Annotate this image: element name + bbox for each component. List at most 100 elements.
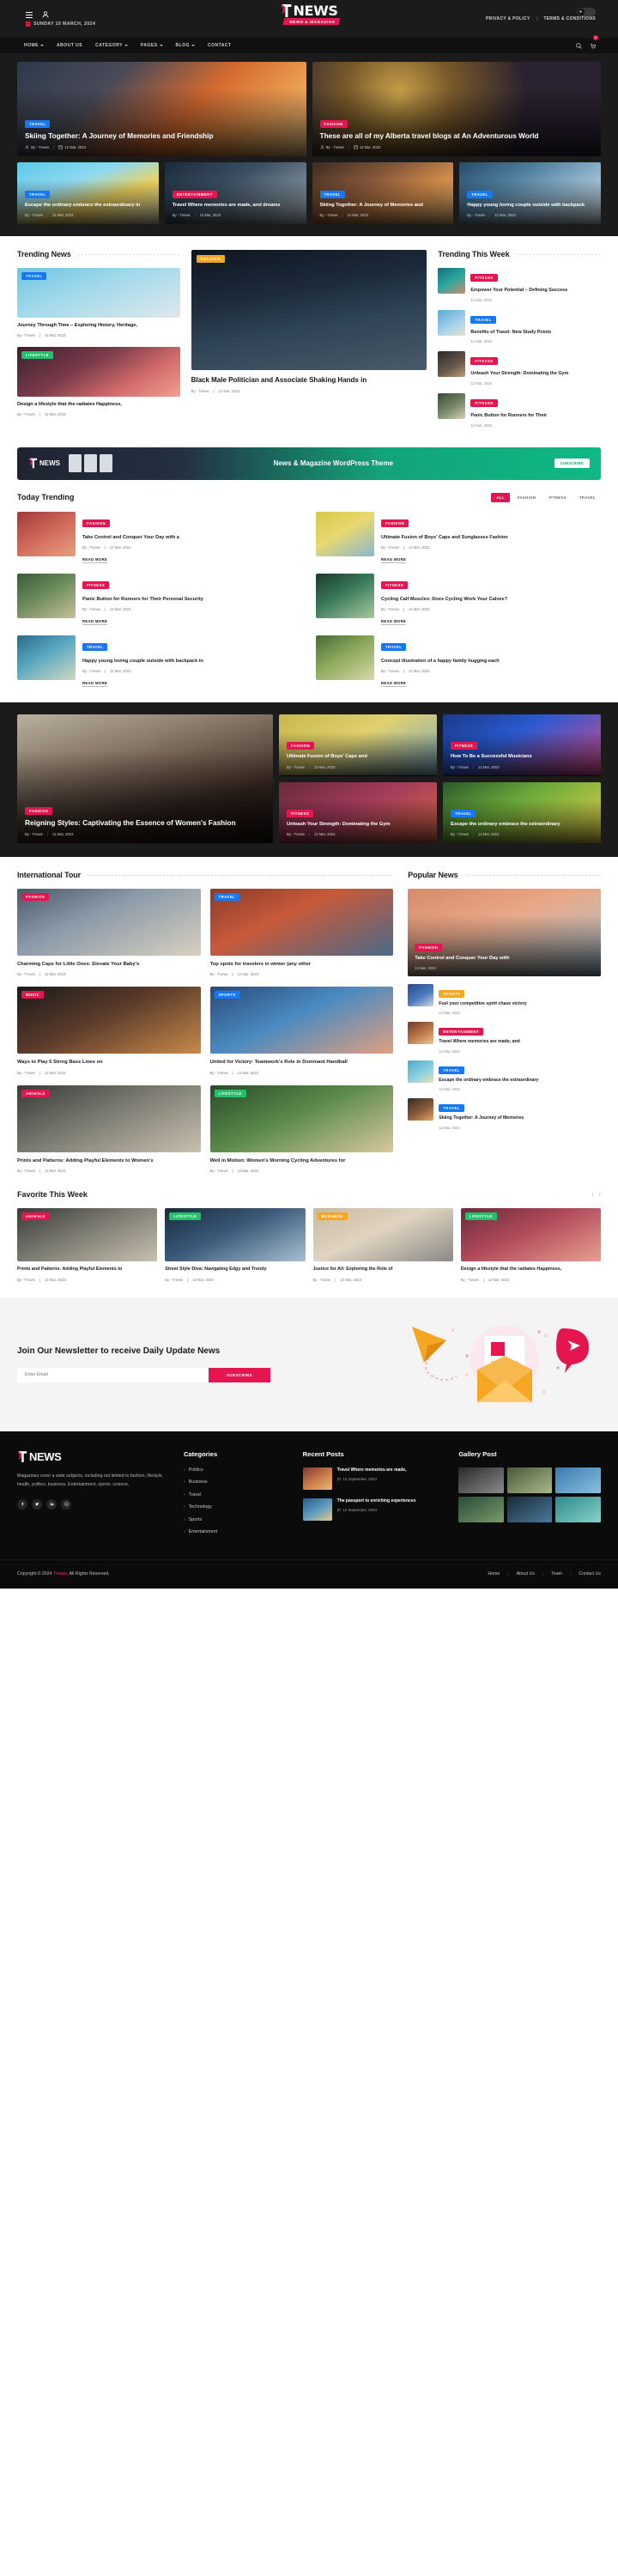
hero-card[interactable]: FASHION These are all of my Alberta trav… [312,62,601,156]
privacy-policy-link[interactable]: PRIVACY & POLICY [486,16,530,21]
intl-card[interactable]: SPORTS United for Victory: Teamwork's Ro… [209,987,394,1075]
item-title[interactable]: Empower Your Potential – Defining Succes… [470,288,601,295]
popular-list-item[interactable]: ENTERTAINMENT Travel Where memories are … [408,1022,601,1054]
fashion-main-card[interactable]: FASHION Reigning Styles: Captivating the… [17,714,274,844]
nav-item-about-us[interactable]: ABOUT US [57,43,82,48]
item-title[interactable]: Escape the ordinary embrace the extraord… [439,1078,538,1084]
terms-conditions-link[interactable]: TERMS & CONDITIONS [543,16,596,21]
feature-title[interactable]: Take Control and Conquer Your Day with [415,955,594,962]
gallery-thumb[interactable] [506,1496,553,1522]
hero-small-card[interactable]: ENTERTAINMENT Travel Where memories are … [164,162,306,224]
footer-category-sports[interactable]: › Sports [184,1517,289,1522]
category-badge[interactable]: BUSINESS [317,1212,348,1221]
category-badge[interactable]: LIFESTYLE [214,1089,246,1097]
gallery-thumb[interactable] [506,1467,553,1493]
category-badge[interactable]: TRAVEL [439,1104,464,1113]
footer-logo[interactable]: NEWS [17,1450,170,1463]
category-badge[interactable]: TRAVEL [451,809,476,817]
footer-category-technology[interactable]: › Technology [184,1504,289,1510]
category-badge[interactable]: FITNESS [82,580,110,589]
item-title[interactable]: Benefits of Travel: New Study Points [470,330,601,337]
category-badge[interactable]: POLITICS [196,255,225,263]
nav-item-home[interactable]: HOME [24,43,44,48]
article-title[interactable]: Charming Caps for Little Ones: Elevate Y… [17,961,201,968]
category-badge[interactable]: TRAVEL [214,893,240,902]
post-title[interactable]: The passport to enriching experiences [337,1498,416,1505]
twitter-icon[interactable] [32,1498,42,1510]
item-title[interactable]: Cycling Calf Muscles: Does Cycling Work … [381,596,601,603]
footer-link-team[interactable]: Team [551,1571,562,1577]
site-logo[interactable]: NEWS NEWS & MAGAZINE [278,3,341,26]
article-title[interactable]: United for Victory: Teamwork's Role in D… [210,1059,394,1066]
hero-title[interactable]: Skiing Together: A Journey of Memories a… [25,131,299,141]
hero-title[interactable]: Happy young loving couple outside with b… [467,202,593,209]
hero-title[interactable]: Skiing Together: A Journey of Memories a… [320,202,446,209]
week-list-item[interactable]: FITNESS Unleash Your Strength: Dominatin… [438,351,601,386]
item-title[interactable]: Concept illustration of a happy family h… [381,658,601,665]
recent-post-item[interactable]: The passport to enriching experiences 12… [302,1498,445,1521]
category-badge[interactable]: TRAVEL [25,190,51,198]
trending-card[interactable]: TRAVEL Journey Through Time – Exploring … [17,268,180,337]
category-badge[interactable]: ANIMALS [21,1089,50,1097]
hero-title[interactable]: Escape the ordinary embrace the extraord… [25,202,151,209]
category-badge[interactable]: FASHION [319,119,348,128]
favorite-card[interactable]: LIFESTYLE Street Style Diva: Navigating … [165,1208,306,1282]
next-arrow-icon[interactable]: › [599,1192,601,1198]
item-title[interactable]: Take Control and Conquer Your Day with a [82,534,302,541]
item-title[interactable]: Travel Where memories are made, and [439,1039,520,1045]
hero-title[interactable]: These are all of my Alberta travel blogs… [320,131,594,141]
user-account-icon[interactable] [42,11,49,18]
category-badge[interactable]: TRAVEL [82,642,108,651]
popular-feature-card[interactable]: FASHION Take Control and Conquer Your Da… [408,889,601,977]
category-badge[interactable]: FITNESS [470,357,498,366]
favorite-card[interactable]: ANIMALS Prints and Patterns: Adding Play… [17,1208,158,1282]
search-icon[interactable] [576,38,582,53]
category-badge[interactable]: FITNESS [470,399,498,408]
tab-travel[interactable]: TRAVEL [574,493,601,502]
item-title[interactable]: Panic Button for Runners for Their Perso… [82,596,302,603]
read-more-link[interactable]: READ MORE [381,557,407,563]
category-badge[interactable]: FASHION [21,893,50,902]
article-title[interactable]: Ways to Play 5 String Bass Lines on [17,1059,201,1066]
article-title[interactable]: Top spots for travelers in winter (any o… [210,961,394,968]
footer-link-contact-us[interactable]: Contact Us [579,1571,601,1577]
hero-title[interactable]: Travel Where memories are made, and drea… [173,202,299,209]
category-badge[interactable]: FASHION [381,519,409,527]
category-badge[interactable]: TRAVEL [21,272,47,280]
prev-arrow-icon[interactable]: ‹ [591,1192,593,1198]
category-badge[interactable]: FITNESS [381,580,409,589]
category-badge[interactable]: SPORTS [439,990,465,999]
post-title[interactable]: Travel Where memories are made, [337,1467,407,1474]
subscribe-button[interactable]: SUBSCRIBE [209,1367,270,1382]
hero-small-card[interactable]: TRAVEL Skiing Together: A Journey of Mem… [312,162,454,224]
week-list-item[interactable]: TRAVEL Benefits of Travel: New Study Poi… [438,309,601,343]
gallery-thumb[interactable] [555,1467,601,1493]
hero-small-card[interactable]: TRAVEL Escape the ordinary embrace the e… [17,162,159,224]
fashion-card[interactable]: FASHION Ultimate Fusion of Boys' Caps an… [279,714,438,776]
fashion-card[interactable]: TRAVEL Escape the ordinary embrace the e… [443,781,601,844]
facebook-icon[interactable] [17,1498,27,1510]
intl-card[interactable]: ANIMALS Prints and Patterns: Adding Play… [17,1084,201,1173]
category-badge[interactable]: TRAVEL [319,190,345,198]
footer-category-business[interactable]: › Business [184,1479,289,1485]
cart-icon[interactable]: 0 [590,35,598,53]
category-badge[interactable]: ANIMALS [21,1212,50,1221]
category-badge[interactable]: TRAVEL [439,1066,464,1074]
today-item[interactable]: FITNESS Cycling Calf Muscles: Does Cycli… [316,573,601,627]
category-badge[interactable]: TRAVEL [25,119,51,128]
fashion-card[interactable]: FITNESS How To Be a Successful Musicians… [443,714,601,776]
category-badge[interactable]: FASHION [415,943,443,951]
tab-fashion[interactable]: FASHION [512,493,542,502]
fashion-title[interactable]: Escape the ordinary embrace the extraord… [451,821,593,828]
read-more-link[interactable]: READ MORE [82,619,108,625]
category-badge[interactable]: LIFESTYLE [21,351,54,360]
category-badge[interactable]: FITNESS [470,274,498,282]
category-badge[interactable]: FASHION [287,742,315,750]
week-list-item[interactable]: FITNESS Panic Button for Runners for The… [438,393,601,428]
category-badge[interactable]: FITNESS [451,742,478,750]
popular-list-item[interactable]: TRAVEL Skiing Together: A Journey of Mem… [408,1098,601,1130]
item-title[interactable]: Panic Button for Runners for Their [470,413,601,420]
fashion-title[interactable]: Ultimate Fusion of Boys' Caps and [287,753,429,760]
category-badge[interactable]: LIFESTYLE [464,1212,497,1221]
item-title[interactable]: Fuel your competitive spirit chase victo… [439,1001,526,1007]
